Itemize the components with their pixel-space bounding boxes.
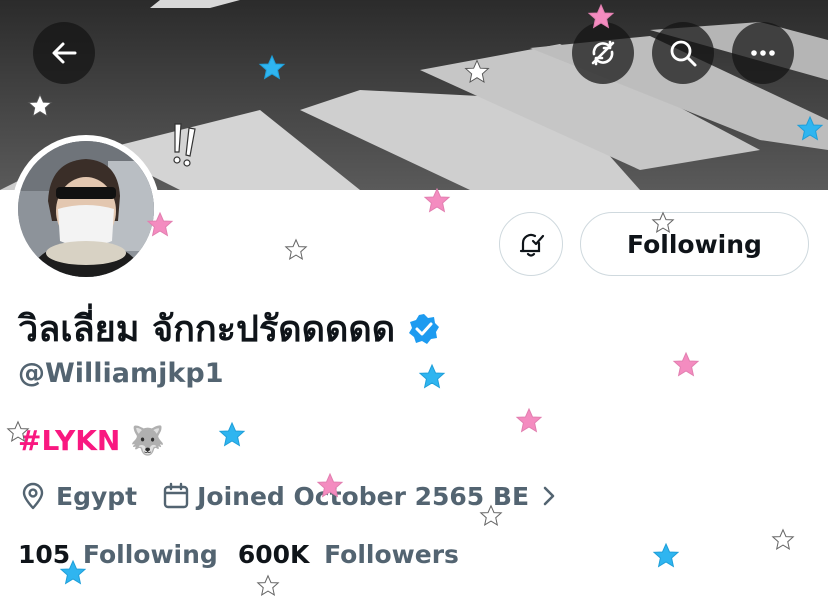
- more-icon: [751, 50, 775, 56]
- more-button[interactable]: [732, 22, 794, 84]
- location-text: Egypt: [56, 481, 138, 511]
- avatar-photo: [18, 141, 154, 277]
- bio-hashtag-link[interactable]: #LYKN: [18, 424, 120, 457]
- profile-meta: Egypt Joined October 2565 BE: [18, 481, 559, 511]
- wolf-emoji: 🐺: [130, 424, 166, 457]
- notification-bell-icon: [519, 233, 545, 257]
- verified-badge-icon[interactable]: [407, 312, 441, 346]
- display-name: วิลเลี่ยม จักกะปรัดดดดด: [18, 309, 396, 350]
- following-button[interactable]: Following: [580, 212, 809, 276]
- following-label: Following: [82, 540, 218, 569]
- bio: #LYKN 🐺: [18, 424, 165, 457]
- turn-off-retweets-button[interactable]: [572, 22, 634, 84]
- back-button[interactable]: [33, 22, 95, 84]
- follow-stats: 105 Following 600K Followers: [18, 540, 459, 569]
- arrow-left-icon: [52, 42, 77, 64]
- search-button[interactable]: [652, 22, 714, 84]
- chevron-right-icon[interactable]: [539, 484, 559, 508]
- no-retweets-icon: [591, 40, 615, 66]
- avatar[interactable]: [12, 135, 160, 283]
- notification-bell-button[interactable]: [499, 212, 563, 276]
- location-pin-icon: [22, 482, 44, 510]
- following-count: 105: [18, 540, 71, 569]
- joined-date: Joined October 2565 BE: [197, 481, 530, 511]
- following-link[interactable]: 105 Following: [18, 540, 218, 569]
- calendar-icon: [163, 482, 189, 509]
- followers-link[interactable]: 600K Followers: [238, 540, 459, 569]
- search-icon: [670, 40, 697, 67]
- followers-count: 600K: [237, 540, 310, 569]
- display-name-row: วิลเลี่ยม จักกะปรัดดดดด: [18, 300, 441, 357]
- user-handle: @Williamjkp1: [18, 358, 224, 389]
- followers-label: Followers: [324, 540, 459, 569]
